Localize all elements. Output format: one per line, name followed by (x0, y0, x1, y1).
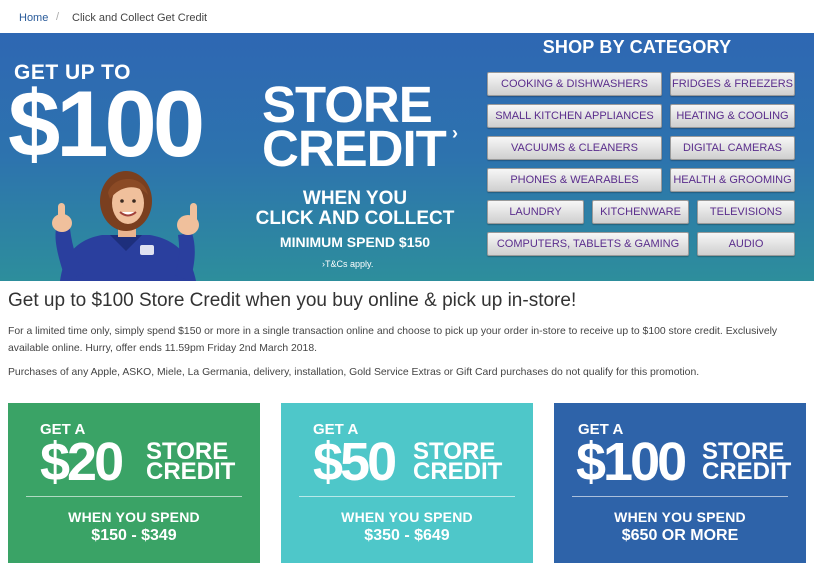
tier-divider (299, 496, 515, 497)
promo-person-illustration (52, 171, 199, 281)
category-laundry[interactable]: LAUNDRY (487, 200, 584, 224)
tier-spend-range: $650 OR MORE (621, 527, 739, 544)
tier-chevron-icon: › (493, 461, 497, 475)
breadcrumb: Home / Click and Collect Get Credit (0, 0, 814, 33)
tier-when-you-spend: WHEN YOU SPEND (68, 509, 200, 525)
category-heating-cooling[interactable]: HEATING & COOLING (670, 104, 795, 128)
tier-credit: CREDIT (702, 458, 792, 485)
promo-description: For a limited time only, simply spend $1… (8, 326, 778, 354)
hero-amount: $100 (8, 71, 205, 176)
tier-tile-100[interactable]: GET A $100 STORE CREDIT › WHEN YOU SPEND… (554, 403, 806, 563)
category-small-kitchen-appliances[interactable]: SMALL KITCHEN APPLIANCES (487, 104, 662, 128)
promo-exclusions: Purchases of any Apple, ASKO, Miele, La … (8, 367, 700, 378)
category-health-grooming[interactable]: HEALTH & GROOMING (670, 168, 795, 192)
tier-chevron-icon: › (782, 461, 786, 475)
tier-credit: CREDIT (146, 458, 236, 485)
tier-credit: CREDIT (413, 458, 503, 485)
category-kitchenware[interactable]: KITCHENWARE (592, 200, 689, 224)
hero-minimum-spend: MINIMUM SPEND $150 (279, 234, 431, 250)
hero-credit: CREDIT (262, 120, 447, 177)
page-headline: Get up to $100 Store Credit when you buy… (8, 290, 577, 311)
breadcrumb-current: Click and Collect Get Credit (72, 12, 208, 24)
category-cooking-dishwashers[interactable]: COOKING & DISHWASHERS (487, 72, 662, 96)
tier-when-you-spend: WHEN YOU SPEND (614, 509, 746, 525)
tier-spend-range: $150 - $349 (91, 527, 177, 544)
tier-spend-range: $350 - $649 (364, 527, 450, 544)
category-fridges-freezers[interactable]: FRIDGES & FREEZERS (670, 72, 795, 96)
hero-banner[interactable]: GET UP TO $100 STORE CREDIT › WHEN YOU C… (0, 33, 814, 281)
category-vacuums-cleaners[interactable]: VACUUMS & CLEANERS (487, 136, 662, 160)
category-computers-tablets-gaming[interactable]: COMPUTERS, TABLETS & GAMING (487, 232, 689, 256)
breadcrumb-separator: / (56, 11, 60, 23)
tier-chevron-icon: › (226, 461, 230, 475)
category-digital-cameras[interactable]: DIGITAL CAMERAS (670, 136, 795, 160)
category-audio[interactable]: AUDIO (697, 232, 795, 256)
hero-chevron-icon: › (452, 123, 458, 143)
hero-when-line2: CLICK AND COLLECT (255, 208, 455, 229)
tier-amount: $100 (576, 432, 687, 492)
tier-divider (572, 496, 788, 497)
hero-when-line1: WHEN YOU (302, 188, 408, 209)
breadcrumb-home-link[interactable]: Home (19, 12, 48, 24)
tier-tile-20[interactable]: GET A $20 STORE CREDIT › WHEN YOU SPEND … (8, 403, 260, 563)
shop-by-category-title: SHOP BY CATEGORY (542, 37, 732, 57)
tier-tile-50[interactable]: GET A $50 STORE CREDIT › WHEN YOU SPEND … (281, 403, 533, 563)
category-phones-wearables[interactable]: PHONES & WEARABLES (487, 168, 662, 192)
tier-when-you-spend: WHEN YOU SPEND (341, 509, 473, 525)
tier-amount: $20 (40, 432, 124, 492)
category-televisions[interactable]: TELEVISIONS (697, 200, 795, 224)
hero-when-you: WHEN YOU CLICK AND COLLECT (250, 189, 460, 229)
tier-divider (26, 496, 242, 497)
hero-tcs-link[interactable]: ›T&Cs apply. (322, 259, 373, 269)
tier-amount: $50 (313, 432, 397, 492)
